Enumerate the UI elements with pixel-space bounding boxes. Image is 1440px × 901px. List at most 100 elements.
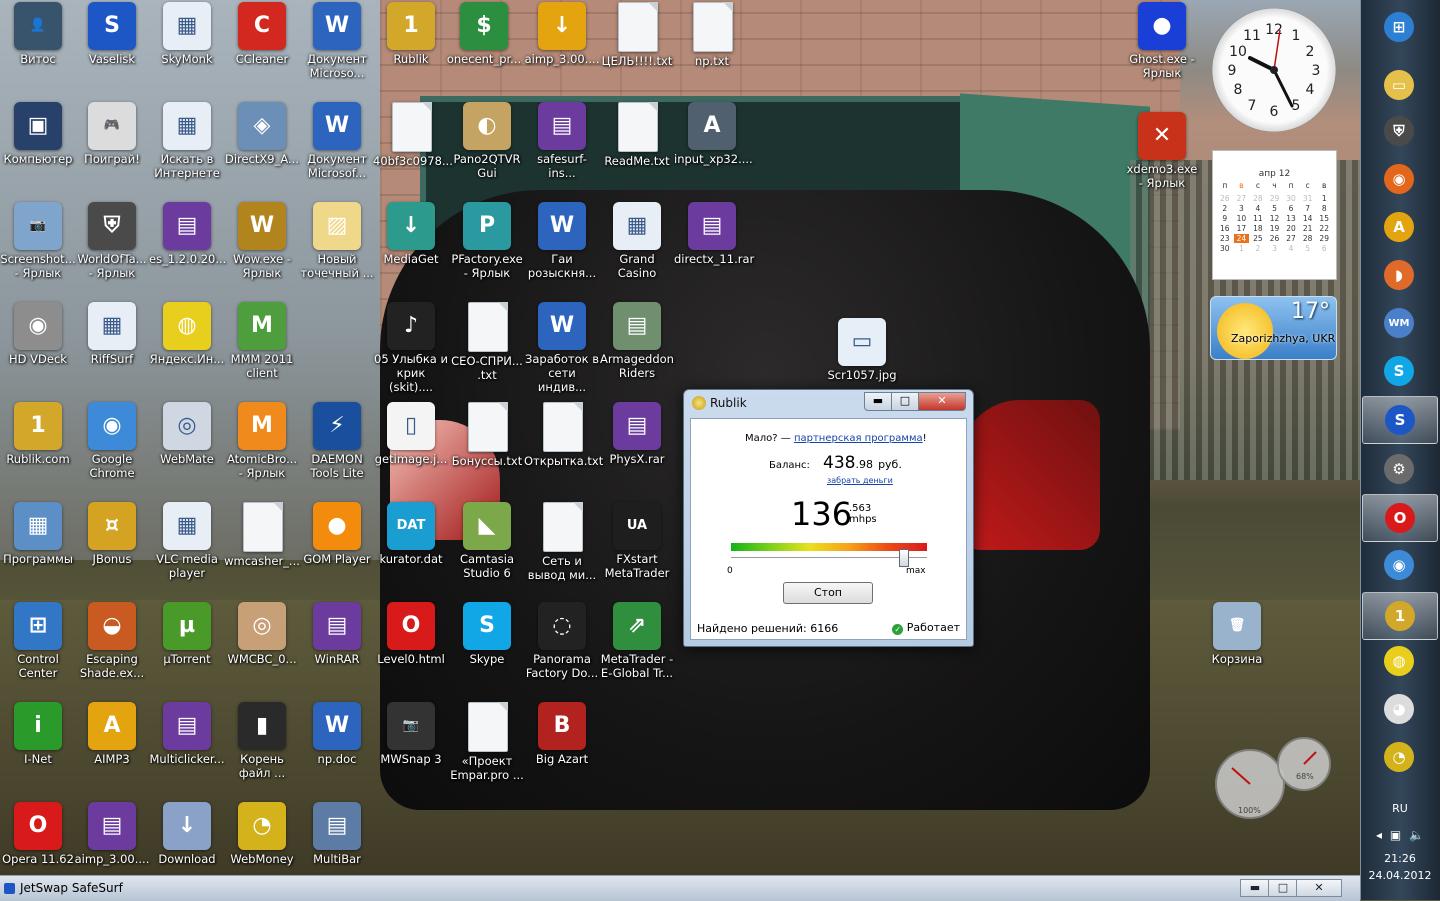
tray-arrow-icon[interactable]: ◂ — [1376, 828, 1382, 842]
taskbar-button-yandex-bar[interactable]: ◍ — [1362, 638, 1436, 684]
bar-maximize-button[interactable]: □ — [1268, 879, 1298, 897]
network-icon[interactable]: ▣ — [1390, 828, 1401, 842]
clock-gadget[interactable]: 12 1 2 345 678 9 10 11 — [1212, 8, 1336, 132]
desktop-icon-camtasia[interactable]: ◣ Camtasia Studio 6 — [449, 502, 525, 580]
desktop-icon-big-azart[interactable]: B Big Azart — [524, 702, 600, 766]
calendar-day[interactable]: 3 — [1267, 244, 1283, 253]
desktop-icon-armageddon[interactable]: ▤ Armageddon Riders — [599, 302, 675, 380]
calendar-day[interactable]: 4 — [1250, 204, 1266, 213]
desktop-icon-winrar[interactable]: ▤ WinRAR — [299, 602, 375, 666]
taskbar-button-fish[interactable]: ◗ — [1362, 252, 1436, 298]
calendar-day[interactable]: 22 — [1316, 224, 1332, 233]
close-button[interactable]: ✕ — [918, 392, 966, 411]
partner-program-link[interactable]: партнерская программа — [794, 433, 923, 444]
desktop-icon-input-xp32[interactable]: Ainput_xp32.... — [674, 102, 753, 166]
desktop-icon-zarabotok[interactable]: W Заработок в сети индив... — [524, 302, 600, 394]
desktop-icon-control-center[interactable]: ⊞ Control Center — [0, 602, 76, 680]
desktop-icon-wmcbc[interactable]: ◎ WMCBC_0... — [224, 602, 300, 666]
weather-gadget[interactable]: 17° Zaporizhzhya, UKR — [1210, 296, 1337, 360]
calendar-today[interactable]: 24 — [1233, 234, 1250, 243]
desktop-icon-np-doc[interactable]: Wnp.doc — [299, 702, 375, 766]
desktop-icon-escaping-shade[interactable]: ◒ Escaping Shade.ex... — [74, 602, 150, 680]
taskbar-button-worldoftanks[interactable]: ⛨ — [1362, 108, 1436, 154]
minimize-button[interactable]: ▬ — [864, 392, 892, 411]
desktop-icon-vaselisk[interactable]: S Vaselisk — [74, 2, 150, 66]
calendar-day[interactable]: 23 — [1217, 234, 1233, 243]
withdraw-link[interactable]: забрать деньги — [827, 476, 893, 485]
bar-minimize-button[interactable]: ▬ — [1240, 879, 1270, 897]
calendar-day[interactable]: 12 — [1267, 214, 1283, 223]
desktop-icon-atomicbro[interactable]: M AtomicBro... - Ярлык — [224, 402, 300, 480]
taskbar-button-eyes[interactable]: ◕ — [1362, 686, 1436, 732]
taskbar-button-firefox[interactable]: ◉ — [1362, 156, 1436, 202]
desktop-icon-skype[interactable]: S Skype — [449, 602, 525, 666]
clock-date[interactable]: 24.04.2012 — [1360, 869, 1440, 882]
desktop-icon-poigrai[interactable]: 🎮 Поиграй! — [74, 102, 150, 166]
desktop-icon-hd-vdeck[interactable]: ◉ HD VDeck — [0, 302, 76, 366]
desktop-icon-google-chrome[interactable]: ◉ Google Chrome — [74, 402, 150, 480]
desktop-icon-es-1-2-0[interactable]: ▤ es_1.2.0.20... — [149, 202, 226, 266]
desktop-icon-wmcasher[interactable]: wmcasher_... — [224, 502, 300, 568]
calendar-day[interactable]: 30 — [1283, 194, 1299, 203]
desktop-icon-safesurf-ins[interactable]: ▤ safesurf-ins... — [524, 102, 600, 180]
desktop-icon-korzina[interactable]: 🗑 Корзина — [1199, 602, 1275, 666]
taskbar-button-settings[interactable]: ⚙ — [1362, 446, 1436, 492]
calendar-day[interactable]: 21 — [1300, 224, 1316, 233]
calendar-day[interactable]: 11 — [1250, 214, 1266, 223]
desktop-icon-webmoney[interactable]: ◔ WebMoney — [224, 802, 300, 866]
calendar-day[interactable]: 15 — [1316, 214, 1332, 223]
desktop-icon-getimage[interactable]: ▯ getimage.j... — [373, 402, 449, 466]
desktop-icon-worldoftanks[interactable]: ⛨ WorldOfTa... - Ярлык — [74, 202, 150, 280]
desktop-icon-pano2qtvr[interactable]: ◐ Pano2QTVR Gui — [449, 102, 525, 180]
taskbar-button-chrome[interactable]: ◉ — [1362, 542, 1436, 588]
calendar-day[interactable]: 29 — [1267, 194, 1283, 203]
desktop-icon-iskat[interactable]: ▦ Искать в Интернете — [149, 102, 225, 180]
calendar-day[interactable]: 28 — [1250, 194, 1266, 203]
desktop-icon-aimp-300[interactable]: ↓ aimp_3.00.... — [524, 2, 600, 66]
calendar-day[interactable]: 28 — [1300, 234, 1316, 243]
calendar-day[interactable]: 5 — [1267, 204, 1283, 213]
desktop-icon-gom-player[interactable]: ● GOM Player — [299, 502, 375, 566]
calendar-day[interactable]: 20 — [1283, 224, 1299, 233]
desktop-icon-opera[interactable]: O Opera 11.62 — [0, 802, 76, 866]
desktop-icon-mmm2011[interactable]: M MMM 2011 client — [224, 302, 300, 380]
desktop-icon-fxstart[interactable]: UA FXstart MetaTrader — [599, 502, 675, 580]
desktop-icon-set-vyvod[interactable]: Сеть и вывод ми... — [524, 502, 600, 582]
rublik-window[interactable]: Rublik ▬ □ ✕ Мало? — партнерская програм… — [683, 389, 974, 647]
desktop-icon-webmate[interactable]: ◎ WebMate — [149, 402, 225, 466]
desktop-icon-gai[interactable]: W Гаи розыскня... — [524, 202, 600, 280]
desktop-icon-computer[interactable]: ▣ Компьютер — [0, 102, 76, 166]
desktop-icon-vitos[interactable]: 👤 Витос — [0, 2, 76, 66]
calendar-day[interactable]: 13 — [1283, 214, 1299, 223]
desktop-icon-bonussy[interactable]: Бонуссы.txt — [449, 402, 525, 468]
maximize-button[interactable]: □ — [891, 392, 919, 411]
calendar-day[interactable]: 8 — [1316, 204, 1332, 213]
desktop-icon-ulybka[interactable]: ♪ 05 Улыбка и крик (skit).... — [373, 302, 449, 394]
desktop-icon-level0[interactable]: O Level0.html — [373, 602, 449, 666]
language-indicator[interactable]: RU — [1360, 802, 1440, 815]
desktop-icon-doc-microso-2[interactable]: W Документ Microsof... — [299, 102, 375, 180]
desktop-icon-i-net[interactable]: i I-Net — [0, 702, 76, 766]
taskbar-button-rublik[interactable]: 1 — [1362, 592, 1438, 640]
speed-slider-handle[interactable] — [899, 549, 910, 567]
taskbar-button-aimp[interactable]: A — [1362, 204, 1436, 250]
calendar-gadget[interactable]: апр 12 пвсчпсв 26 27 28 29 30 31 1 2 3 4 5 6 7 8 9 10 11… — [1212, 150, 1337, 280]
desktop-icon-multiclicker[interactable]: ▤ Multiclicker... — [149, 702, 225, 766]
stop-button[interactable]: Стоп — [783, 582, 873, 604]
bar-close-button[interactable]: ✕ — [1296, 879, 1342, 897]
desktop-icon-new-bmp[interactable]: ▨ Новый точечный ... — [299, 202, 375, 280]
desktop-icon-metatrader[interactable]: ⇗ MetaTrader - E-Global Tr... — [599, 602, 675, 680]
desktop-icon-jbonus[interactable]: ¤ JBonus — [74, 502, 150, 566]
desktop-icon-directx9[interactable]: ◈ DirectX9_A... — [224, 102, 300, 166]
calendar-day[interactable]: 5 — [1300, 244, 1316, 253]
calendar-day[interactable]: 17 — [1234, 224, 1250, 233]
calendar-day[interactable]: 16 — [1217, 224, 1233, 233]
desktop-icon-wow[interactable]: W Wow.exe - Ярлык — [224, 202, 300, 280]
desktop-icon-doc-microso-1[interactable]: W Документ Microso... — [299, 2, 375, 80]
desktop-icon-vlc[interactable]: ▦ VLC media player — [149, 502, 225, 580]
calendar-day[interactable]: 14 — [1300, 214, 1316, 223]
desktop-icon-mwsnap[interactable]: 📷 MWSnap 3 — [373, 702, 449, 766]
taskbar-button-explorer[interactable]: ▭ — [1362, 62, 1436, 108]
taskbar-button-start-orb[interactable]: ⊞ — [1362, 4, 1436, 50]
desktop-icon-utorrent[interactable]: µ µTorrent — [149, 602, 225, 666]
